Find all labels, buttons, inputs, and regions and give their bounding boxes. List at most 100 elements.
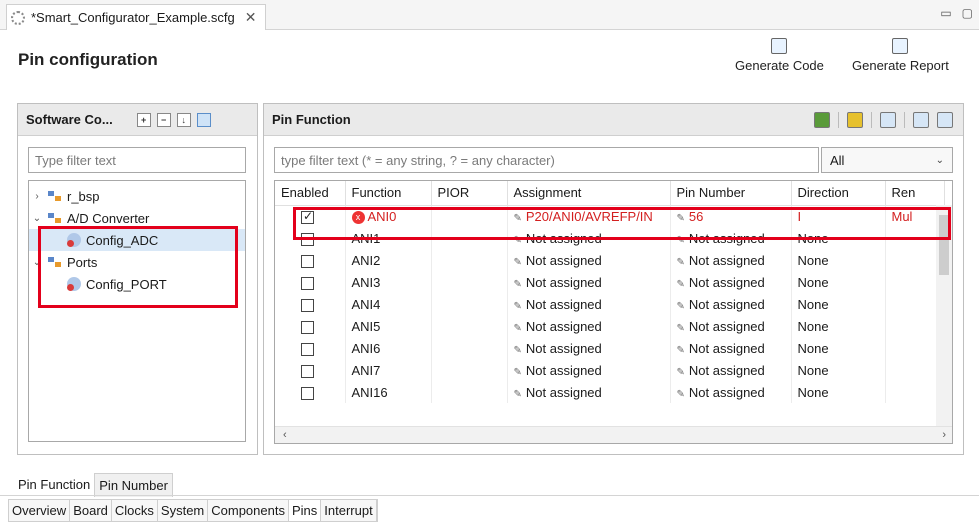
tab-overview[interactable]: Overview (9, 500, 71, 521)
pior-cell[interactable] (431, 381, 508, 403)
column-direction[interactable]: Direction (791, 181, 886, 206)
software-components-header: Software Co... + − ↓ (18, 104, 257, 136)
assignment-cell[interactable]: ✎ Not assigned (507, 381, 671, 403)
table-row[interactable]: ANI6 ✎ Not assigned ✎ Not assigned None (275, 337, 945, 359)
tab-pins[interactable]: Pins (288, 500, 322, 521)
assignment-cell[interactable]: ✎ Not assigned (507, 315, 671, 337)
import-icon[interactable] (913, 112, 929, 128)
table-row[interactable]: ANI7 ✎ Not assigned ✎ Not assigned None (275, 359, 945, 381)
enabled-cell[interactable] (275, 359, 346, 381)
expand-all-icon[interactable]: + (136, 112, 151, 127)
tab-components[interactable]: Components (208, 500, 289, 521)
function-name: ANI16 (351, 384, 388, 400)
function-cell: ANI5 (345, 315, 432, 337)
direction-cell: None (791, 315, 886, 337)
table-row[interactable]: ANI3 ✎ Not assigned ✎ Not assigned None (275, 271, 945, 293)
close-icon[interactable]: ✕ (245, 9, 257, 26)
pin-number-cell[interactable]: ✎ Not assigned (670, 337, 792, 359)
assignment-cell[interactable]: ✎ Not assigned (507, 249, 671, 271)
pencil-icon: ✎ (513, 256, 522, 268)
component-icon (47, 211, 63, 225)
tab-clocks[interactable]: Clocks (112, 500, 158, 521)
table-row[interactable]: ANI2 ✎ Not assigned ✎ Not assigned None (275, 249, 945, 271)
tab-board[interactable]: Board (70, 500, 112, 521)
pior-cell[interactable] (431, 249, 508, 271)
enabled-cell[interactable] (275, 337, 346, 359)
pin-number-cell[interactable]: ✎ Not assigned (670, 315, 792, 337)
board-icon[interactable] (847, 112, 863, 128)
enabled-checkbox[interactable] (301, 342, 314, 356)
enabled-cell[interactable] (275, 293, 346, 315)
assignment-cell[interactable]: ✎ Not assigned (507, 359, 671, 381)
pior-cell[interactable] (431, 293, 508, 315)
pior-cell[interactable] (431, 271, 508, 293)
pin-number-cell[interactable]: ✎ Not assigned (670, 381, 792, 403)
minimize-icon[interactable]: ▭ (940, 6, 951, 20)
chevron-down-icon[interactable]: ⌄ (31, 213, 43, 224)
column-pior[interactable]: PIOR (431, 181, 508, 206)
pencil-icon: ✎ (513, 344, 522, 356)
tree-view-icon[interactable] (196, 112, 211, 127)
enabled-cell[interactable] (275, 271, 346, 293)
enabled-cell[interactable] (275, 249, 346, 271)
table-row[interactable]: ANI5 ✎ Not assigned ✎ Not assigned None (275, 315, 945, 337)
generate-report-button[interactable]: Generate Report (852, 38, 949, 73)
assignment-cell[interactable]: ✎ Not assigned (507, 337, 671, 359)
tab-pin-number[interactable]: Pin Number (94, 473, 173, 497)
assignment-value: Not assigned (525, 318, 602, 334)
pin-number-cell[interactable]: ✎ Not assigned (670, 271, 792, 293)
enabled-checkbox[interactable] (301, 364, 314, 378)
refresh-icon[interactable] (814, 112, 830, 128)
table-row[interactable]: ANI4 ✎ Not assigned ✎ Not assigned None (275, 293, 945, 315)
enabled-cell[interactable] (275, 315, 346, 337)
page-title: Pin configuration (18, 50, 158, 69)
sort-icon[interactable]: ↓ (176, 112, 191, 127)
horizontal-scrollbar[interactable]: ‹ › (275, 426, 952, 443)
export-icon[interactable] (937, 112, 953, 128)
chevron-right-icon[interactable]: › (31, 191, 43, 202)
column-pin-number[interactable]: Pin Number (670, 181, 792, 206)
enabled-checkbox[interactable] (301, 320, 314, 334)
tab-system[interactable]: System (158, 500, 209, 521)
scroll-right-icon[interactable]: › (942, 429, 946, 441)
pin-filter-select-value: All (830, 152, 845, 168)
direction-cell: None (791, 271, 886, 293)
pin-number-cell[interactable]: ✎ Not assigned (670, 293, 792, 315)
pin-number-cell[interactable]: ✎ Not assigned (670, 359, 792, 381)
function-name: ANI2 (351, 252, 381, 268)
assignment-cell[interactable]: ✎ Not assigned (507, 293, 671, 315)
tab-interrupt[interactable]: Interrupt (321, 500, 377, 521)
save-icon[interactable] (880, 112, 896, 128)
tree-item-r-bsp[interactable]: › r_bsp (29, 185, 245, 207)
pin-filter-select[interactable]: All ⌄ (821, 147, 953, 173)
direction-cell: None (791, 381, 886, 403)
editor-tab[interactable]: *Smart_Configurator_Example.scfg ✕ (6, 4, 266, 30)
toolbar-separator (871, 112, 872, 128)
generate-code-button[interactable]: Generate Code (735, 38, 824, 73)
pior-cell[interactable] (431, 315, 508, 337)
collapse-all-icon[interactable]: − (156, 112, 171, 127)
enabled-checkbox[interactable] (301, 276, 314, 290)
assignment-cell[interactable]: ✎ Not assigned (507, 271, 671, 293)
enabled-cell[interactable] (275, 381, 346, 403)
pior-cell[interactable] (431, 359, 508, 381)
column-enabled[interactable]: Enabled (275, 181, 346, 206)
enabled-checkbox[interactable] (301, 254, 314, 268)
enabled-checkbox[interactable] (301, 386, 314, 400)
tab-pin-function[interactable]: Pin Function (14, 473, 95, 497)
pin-number-cell[interactable]: ✎ Not assigned (670, 249, 792, 271)
direction-cell: None (791, 249, 886, 271)
maximize-icon[interactable]: ▢ (962, 6, 973, 20)
column-function[interactable]: Function (345, 181, 432, 206)
column-remarks[interactable]: Ren (885, 181, 945, 206)
generate-code-label: Generate Code (735, 58, 824, 73)
component-filter-input[interactable]: Type filter text (28, 147, 246, 173)
enabled-checkbox[interactable] (301, 298, 314, 312)
table-row[interactable]: ANI16 ✎ Not assigned ✎ Not assigned None (275, 381, 945, 403)
pior-cell[interactable] (431, 337, 508, 359)
column-assignment[interactable]: Assignment (507, 181, 671, 206)
scroll-left-icon[interactable]: ‹ (283, 429, 287, 441)
tree-item-label: r_bsp (67, 188, 100, 204)
tree-item-label: A/D Converter (67, 210, 150, 226)
pin-filter-input[interactable]: type filter text (* = any string, ? = an… (274, 147, 819, 173)
